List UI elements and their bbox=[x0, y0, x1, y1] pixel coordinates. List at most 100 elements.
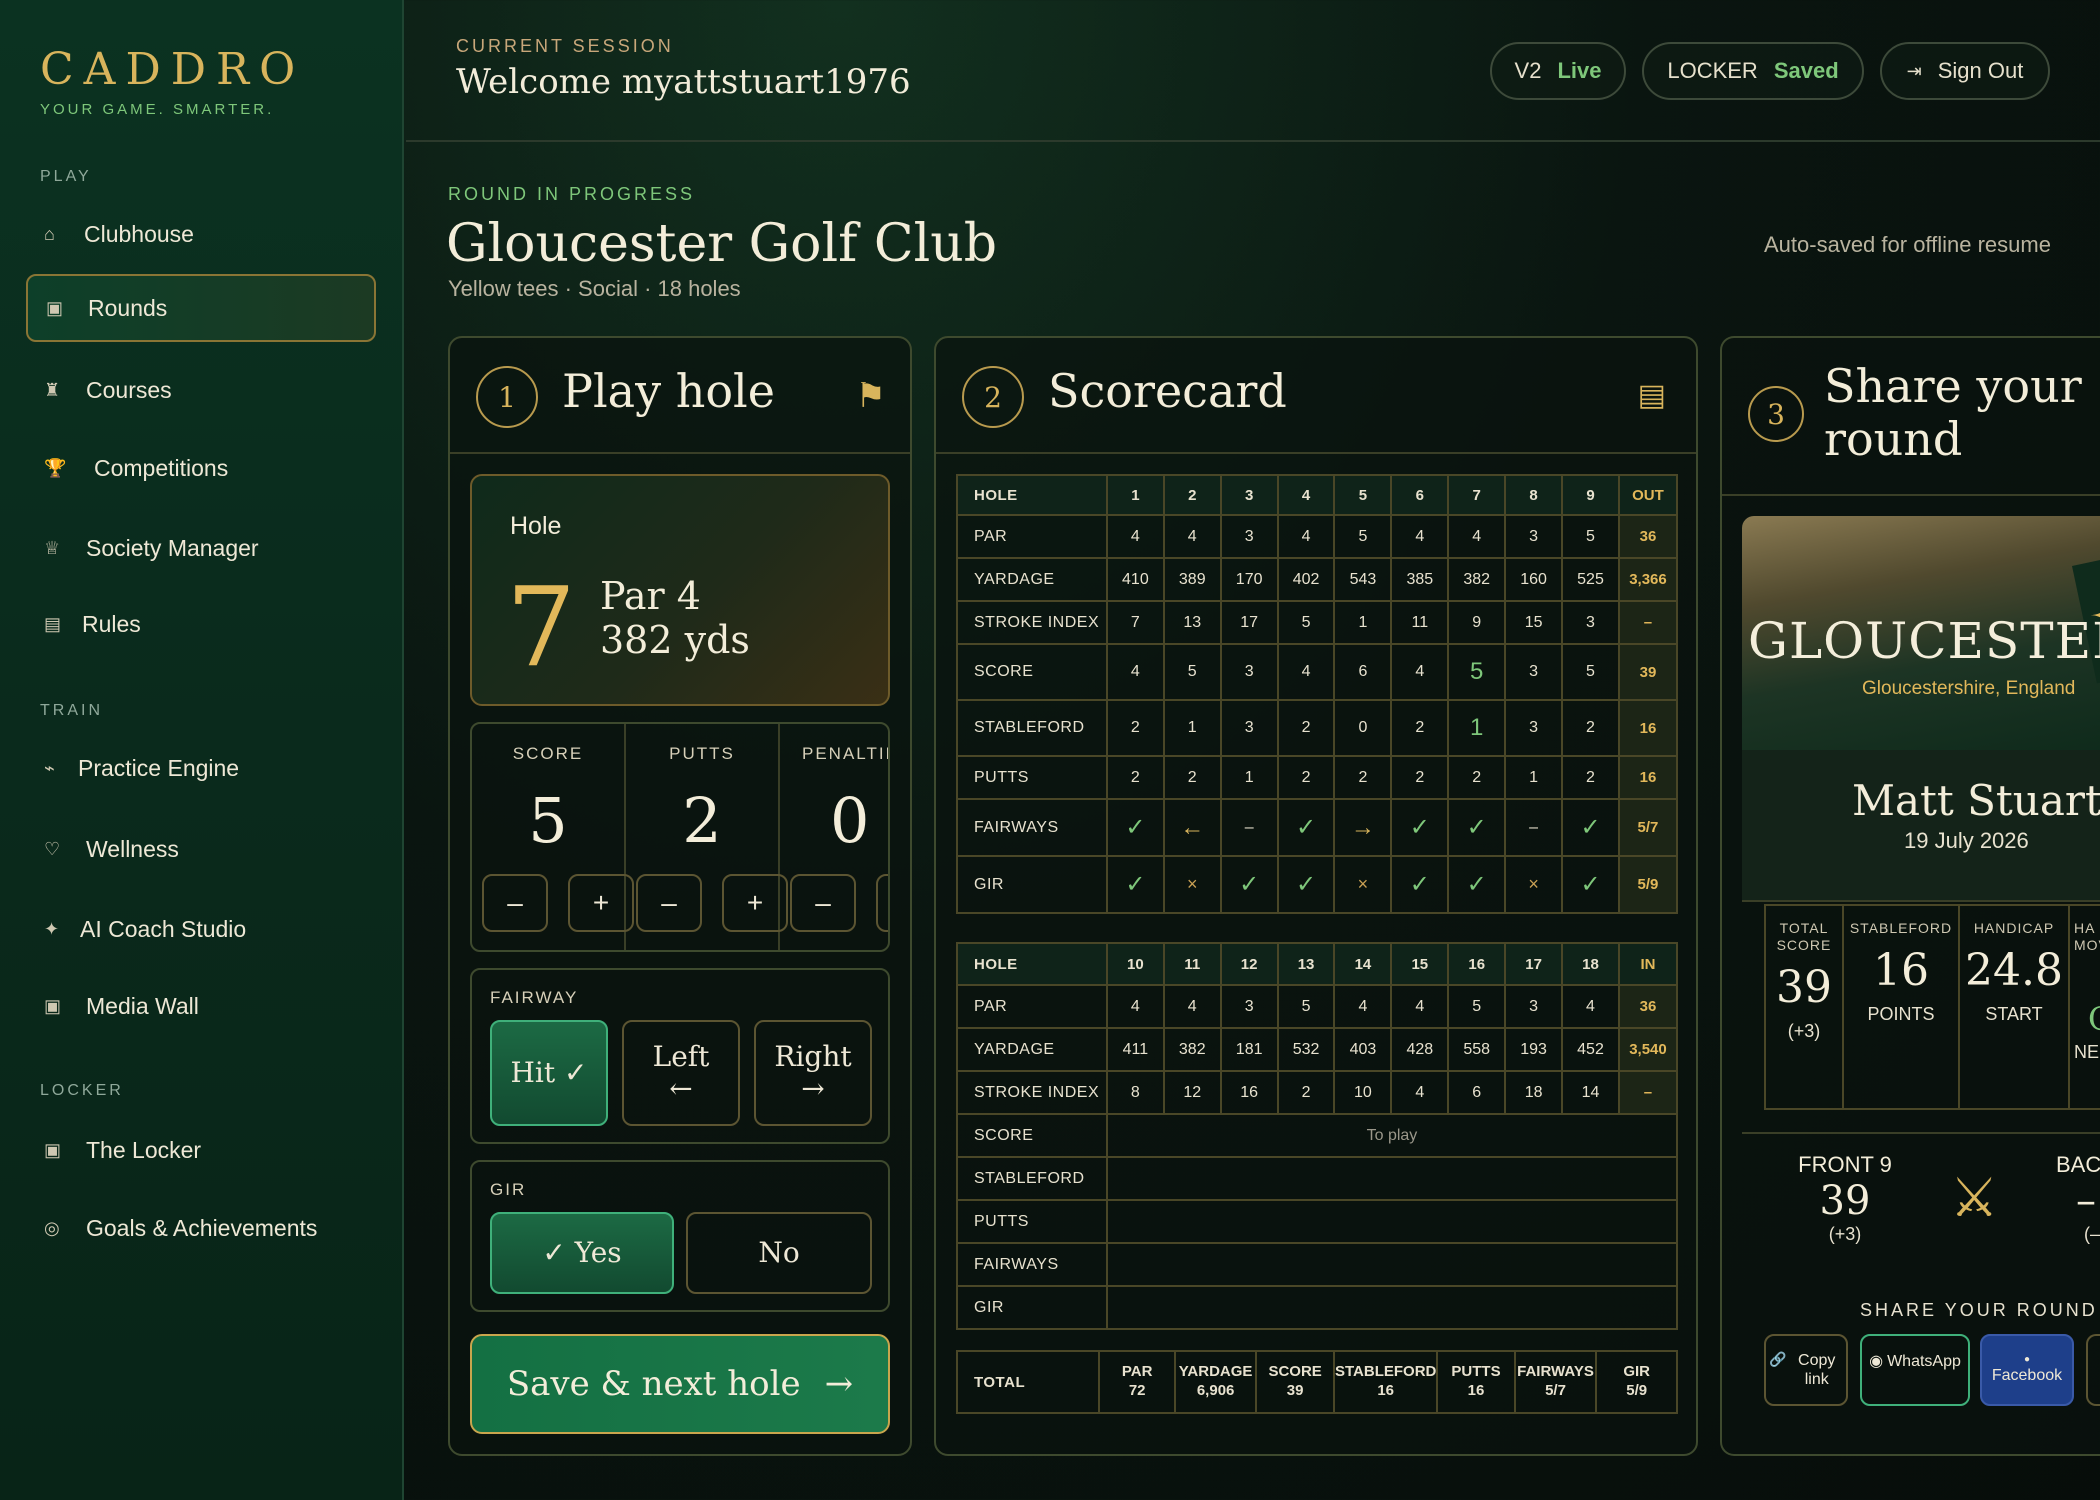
sidebar-item-the-locker[interactable]: ▣ The Locker bbox=[26, 1116, 376, 1184]
hole-number-cell: IN bbox=[1617, 942, 1679, 986]
row-label: STROKE INDEX bbox=[956, 600, 1108, 645]
table-cell: 4 bbox=[1390, 984, 1450, 1029]
score-counter: SCORE 5 – + bbox=[472, 724, 634, 950]
score-value: 5 bbox=[528, 784, 568, 857]
back-nine-summary: BAC – (– bbox=[2056, 1152, 2100, 1245]
table-row: PAR 4 4 3 4 5 4 4 3 5 36 bbox=[956, 514, 1679, 559]
sidebar-item-society-manager[interactable]: ♕ Society Manager bbox=[26, 514, 376, 582]
fairway-hit-button[interactable]: Hit ✓ bbox=[490, 1020, 608, 1126]
stat-value: 39 bbox=[1776, 961, 1832, 1013]
table-cell: 1 bbox=[1333, 600, 1393, 645]
table-cell: ✓ bbox=[1219, 855, 1279, 914]
more-share-button[interactable] bbox=[2086, 1334, 2100, 1406]
table-cell: 4 bbox=[1162, 984, 1222, 1029]
table-cell: 3 bbox=[1561, 600, 1620, 645]
home-icon: ⌂ bbox=[44, 223, 55, 244]
nav-section-play: PLAY bbox=[40, 168, 92, 185]
arrow-right-icon: → bbox=[824, 1364, 854, 1404]
total-key: PAR bbox=[1121, 1363, 1153, 1381]
locker-pill[interactable]: LOCKER Saved bbox=[1642, 42, 1864, 100]
copy-link-button[interactable]: 🔗 Copy link bbox=[1764, 1334, 1848, 1406]
table-cell: 160 bbox=[1504, 557, 1564, 602]
table-row: YARDAGE 410 389 170 402 543 385 382 160 525 3,366 bbox=[956, 557, 1679, 602]
score-label: SCORE bbox=[512, 744, 584, 763]
arrow-left-icon: ← bbox=[669, 1072, 693, 1105]
total-key: GIR bbox=[1623, 1363, 1650, 1381]
table-cell: 2 bbox=[1276, 755, 1336, 800]
total-key: YARDAGE bbox=[1178, 1363, 1253, 1381]
total-summary-cell: YARDAGE 6,906 bbox=[1173, 1350, 1258, 1414]
hole-label: Hole bbox=[510, 512, 562, 540]
play-hole-panel: 1 Play hole ⚑ Hole 7 Par 4 382 yds SCORE… bbox=[448, 336, 912, 1456]
square-icon: ▣ bbox=[44, 1139, 62, 1160]
penalties-increment-button[interactable]: + bbox=[876, 874, 888, 932]
table-cell: 5 bbox=[1333, 514, 1393, 559]
brand-logo[interactable]: CADDRO bbox=[40, 44, 305, 95]
sidebar-item-rules[interactable]: ▤ Rules bbox=[26, 590, 376, 658]
back9-label: BAC bbox=[2056, 1152, 2100, 1177]
table-cell: ✓ bbox=[1105, 798, 1165, 857]
row-label: SCORE bbox=[956, 643, 1108, 701]
whatsapp-share-button[interactable]: ◉ WhatsApp bbox=[1860, 1334, 1970, 1406]
total-cell: 39 bbox=[1617, 643, 1679, 701]
gir-yes-button[interactable]: ✓ Yes bbox=[490, 1212, 674, 1294]
version-pill[interactable]: V2 Live bbox=[1490, 42, 1626, 100]
table-cell: 17 bbox=[1219, 600, 1279, 645]
table-cell: 170 bbox=[1219, 557, 1279, 602]
putts-increment-button[interactable]: + bbox=[722, 874, 788, 932]
table-cell: 452 bbox=[1561, 1027, 1620, 1072]
stat-sub: NE bbox=[2074, 1041, 2100, 1062]
stat-handicap: HANDICAP 24.8 START bbox=[1958, 904, 2070, 1110]
sidebar-item-ai-coach-studio[interactable]: ✦ AI Coach Studio bbox=[26, 895, 376, 963]
total-summary-cell: PAR 72 bbox=[1098, 1350, 1176, 1414]
sign-out-button[interactable]: ⇥ Sign Out bbox=[1880, 42, 2050, 100]
empty-cell bbox=[1105, 1285, 1679, 1330]
sidebar-item-practice-engine[interactable]: ⌁ Practice Engine bbox=[26, 734, 376, 802]
table-cell: 3 bbox=[1219, 984, 1279, 1029]
table-cell: → bbox=[1333, 798, 1393, 857]
square-icon: ▣ bbox=[44, 995, 62, 1016]
table-cell: 385 bbox=[1390, 557, 1450, 602]
total-summary-cell: SCORE 39 bbox=[1255, 1350, 1335, 1414]
sidebar-item-competitions[interactable]: 🏆 Competitions bbox=[26, 434, 376, 502]
column-header: HOLE bbox=[956, 942, 1108, 986]
page-title: Gloucester Golf Club bbox=[446, 214, 998, 274]
table-header-row: HOLE 10 11 12 13 14 15 16 17 18 IN bbox=[956, 942, 1679, 986]
step-number: 2 bbox=[962, 366, 1024, 428]
total-key: FAIRWAYS bbox=[1517, 1363, 1594, 1381]
row-label: YARDAGE bbox=[956, 557, 1108, 602]
putts-decrement-button[interactable]: – bbox=[636, 874, 702, 932]
trophy-icon: 🏆 bbox=[44, 457, 67, 478]
table-cell: 1 bbox=[1162, 699, 1222, 757]
score-increment-button[interactable]: + bbox=[568, 874, 634, 932]
sidebar-item-courses[interactable]: ♜ Courses bbox=[26, 356, 376, 424]
sidebar-item-media-wall[interactable]: ▣ Media Wall bbox=[26, 972, 376, 1040]
fairway-left-button[interactable]: Left ← bbox=[622, 1020, 740, 1126]
gir-no-button[interactable]: No bbox=[686, 1212, 872, 1294]
row-label: PAR bbox=[956, 984, 1108, 1029]
sidebar-item-clubhouse[interactable]: ⌂ Clubhouse bbox=[26, 200, 376, 268]
fairway-right-button[interactable]: Right → bbox=[754, 1020, 872, 1126]
table-cell: 4 bbox=[1105, 984, 1165, 1029]
facebook-share-button[interactable]: ● Facebook bbox=[1980, 1334, 2074, 1406]
table-cell: 3 bbox=[1219, 699, 1279, 757]
sidebar-item-rounds[interactable]: ▣ Rounds bbox=[26, 274, 376, 342]
hole-number-cell: 2 bbox=[1162, 474, 1222, 516]
table-cell: 181 bbox=[1219, 1027, 1279, 1072]
sidebar-item-label: Society Manager bbox=[86, 534, 259, 561]
row-label: STABLEFORD bbox=[956, 1156, 1108, 1201]
penalties-decrement-button[interactable]: – bbox=[790, 874, 856, 932]
sidebar-item-wellness[interactable]: ♡ Wellness bbox=[26, 815, 376, 883]
sidebar-item-goals-achievements[interactable]: ◎ Goals & Achievements bbox=[26, 1194, 376, 1262]
table-cell: 5 bbox=[1447, 643, 1507, 701]
total-key: PUTTS bbox=[1451, 1363, 1501, 1381]
table-cell: 410 bbox=[1105, 557, 1165, 602]
stat-handicap-move: HA MOV C NE bbox=[2068, 904, 2100, 1110]
total-key: SCORE bbox=[1268, 1363, 1322, 1381]
score-decrement-button[interactable]: – bbox=[482, 874, 548, 932]
save-next-hole-button[interactable]: Save & next hole → bbox=[470, 1334, 890, 1434]
table-cell: 4 bbox=[1447, 514, 1507, 559]
table-cell: × bbox=[1162, 855, 1222, 914]
hole-number-cell: 18 bbox=[1561, 942, 1620, 986]
table-row: STROKE INDEX 8 12 16 2 10 4 6 18 14– bbox=[956, 1070, 1679, 1115]
